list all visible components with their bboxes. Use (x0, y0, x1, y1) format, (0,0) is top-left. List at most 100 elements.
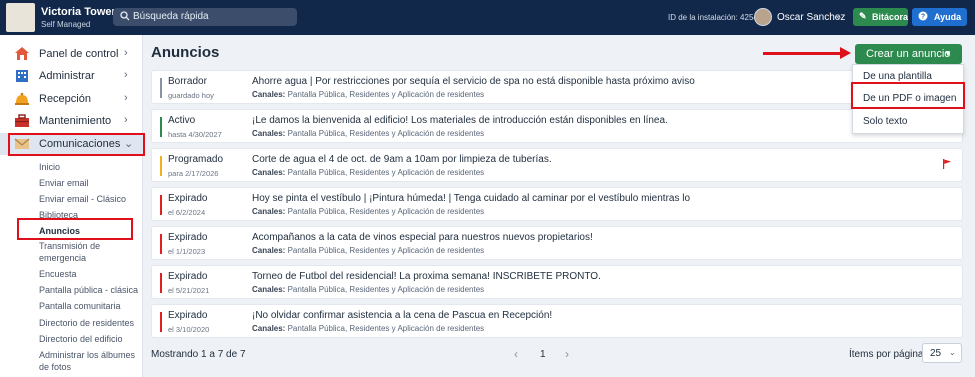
bitacora-label: Bitácora (872, 12, 909, 22)
installation-id: ID de la instalación: 4254 (668, 13, 758, 22)
status-label: Expirado (168, 232, 208, 243)
announcement-title[interactable]: Corte de agua el 4 de oct. de 9am a 10am… (252, 154, 552, 165)
channels: Canales: Pantalla Pública, Residentes y … (252, 246, 484, 255)
quick-search-input[interactable]: Búsqueda rápida (113, 8, 297, 26)
status-label: Programado (168, 154, 224, 165)
sidebar-item-label: Recepción (39, 93, 91, 105)
status-bar (160, 195, 162, 215)
channels: Canales: Pantalla Pública, Residentes y … (252, 324, 484, 333)
status-date: el 3/10/2020 (168, 325, 210, 334)
sidebar-item-mantenimiento[interactable]: Mantenimiento › (0, 110, 143, 132)
results-count: Mostrando 1 a 7 de 7 (151, 349, 246, 360)
submenu-encuesta[interactable]: Encuesta (39, 269, 77, 279)
list-item[interactable]: Activo hasta 4/30/2027 ¡Le damos la bien… (151, 109, 963, 143)
sidebar-item-recepcion[interactable]: Recepción › (0, 88, 143, 110)
sidebar-item-label: Mantenimiento (39, 115, 112, 127)
status-label: Borrador (168, 76, 207, 87)
announcement-title[interactable]: ¡No olvidar confirmar asistencia a la ce… (252, 310, 552, 321)
bell-icon (14, 91, 30, 106)
question-icon: ? (918, 11, 928, 23)
highlight-comunicaciones (8, 133, 145, 156)
status-date: el 5/21/2021 (168, 286, 210, 295)
chevron-right-icon: › (124, 92, 128, 104)
status-date: el 6/2/2024 (168, 208, 206, 217)
channels: Canales: Pantalla Pública, Residentes y … (252, 129, 484, 138)
announcement-title[interactable]: Torneo de Futbol del residencial! La pro… (252, 271, 601, 282)
building-logo[interactable] (6, 3, 35, 32)
sidebar-item-panel[interactable]: Panel de control › (0, 43, 143, 65)
building-icon (14, 68, 30, 83)
channels-label: Canales: (252, 324, 286, 333)
page-number[interactable]: 1 (540, 349, 546, 360)
chevron-down-icon[interactable]: ⌄ (835, 11, 843, 22)
channels-label: Canales: (252, 90, 286, 99)
highlight-pdf-option (851, 82, 965, 109)
sidebar-item-label: Panel de control (39, 48, 119, 60)
announcement-title[interactable]: ¡Le damos la bienvenida al edificio! Los… (252, 115, 668, 126)
submenu-transmision[interactable]: Transmisión de (39, 241, 100, 251)
status-date: hasta 4/30/2027 (168, 130, 222, 139)
submenu-pantalla-publica-clasica[interactable]: Pantalla pública - clásica (39, 285, 138, 295)
sidebar: Panel de control › Administrar › Recepci… (0, 35, 143, 377)
arrow-shaft (763, 52, 841, 55)
chevron-left-icon[interactable]: ‹ (514, 347, 518, 361)
status-label: Expirado (168, 193, 208, 204)
channels-value: Pantalla Pública, Residentes y Aplicació… (287, 285, 485, 294)
channels-value: Pantalla Pública, Residentes y Aplicació… (287, 246, 485, 255)
submenu-albumes[interactable]: Administrar los álbumes (39, 350, 135, 360)
status-bar (160, 312, 162, 332)
channels: Canales: Pantalla Pública, Residentes y … (252, 285, 484, 294)
flag-icon[interactable] (942, 159, 952, 172)
sidebar-item-label: Administrar (39, 70, 95, 82)
svg-text:?: ? (921, 14, 925, 21)
avatar[interactable] (754, 8, 772, 26)
toolbox-icon (14, 113, 30, 128)
list-item[interactable]: Expirado el 5/21/2021 Torneo de Futbol d… (151, 265, 963, 299)
submenu-pantalla-comunitaria[interactable]: Pantalla comunitaria (39, 301, 121, 311)
items-per-page-value: 25 (930, 348, 942, 359)
status-bar (160, 273, 162, 293)
submenu-enviar-email[interactable]: Enviar email (39, 178, 89, 188)
channels-value: Pantalla Pública, Residentes y Aplicació… (287, 168, 485, 177)
list-item[interactable]: Expirado el 6/2/2024 Hoy se pinta el ves… (151, 187, 963, 221)
submenu-albumes-cont[interactable]: de fotos (39, 362, 71, 372)
menu-item-text-only[interactable]: Solo texto (863, 116, 907, 127)
items-per-page-select[interactable]: 25 ⌄ (922, 343, 962, 363)
channels-value: Pantalla Pública, Residentes y Aplicació… (287, 90, 485, 99)
list-item[interactable]: Expirado el 3/10/2020 ¡No olvidar confir… (151, 304, 963, 338)
menu-item-from-template[interactable]: De una plantilla (863, 71, 932, 82)
create-announcement-button[interactable]: Crear un anuncio ▼ (855, 44, 962, 64)
channels-label: Canales: (252, 246, 286, 255)
sidebar-item-administrar[interactable]: Administrar › (0, 65, 143, 87)
submenu-directorio-edificio[interactable]: Directorio del edificio (39, 334, 123, 344)
list-item[interactable]: Expirado el 1/1/2023 Acompañanos a la ca… (151, 226, 963, 260)
status-date: el 1/1/2023 (168, 247, 206, 256)
caret-down-icon: ▼ (944, 49, 952, 58)
help-label: Ayuda (934, 12, 962, 22)
announcement-title[interactable]: Ahorre agua | Por restricciones por sequ… (252, 76, 695, 87)
channels-label: Canales: (252, 285, 286, 294)
status-bar (160, 234, 162, 254)
channels-value: Pantalla Pública, Residentes y Aplicació… (287, 324, 485, 333)
submenu-emergencia[interactable]: emergencia (39, 253, 86, 263)
channels-label: Canales: (252, 129, 286, 138)
house-icon (14, 46, 30, 61)
building-subtitle: Self Managed (41, 20, 91, 29)
status-bar (160, 156, 162, 176)
chevron-right-icon: › (124, 69, 128, 81)
status-bar (160, 78, 162, 98)
chevron-right-icon[interactable]: › (565, 347, 569, 361)
announcement-title[interactable]: Acompañanos a la cata de vinos especial … (252, 232, 593, 243)
announcement-title[interactable]: Hoy se pinta el vestíbulo | ¡Pintura húm… (252, 193, 690, 204)
channels-label: Canales: (252, 207, 286, 216)
submenu-directorio-residentes[interactable]: Directorio de residentes (39, 318, 134, 328)
items-per-page-label: Ítems por página (849, 349, 924, 360)
highlight-anuncios (17, 218, 133, 240)
submenu-enviar-email-clasico[interactable]: Enviar email - Clásico (39, 194, 126, 204)
submenu-inicio[interactable]: Inicio (39, 162, 60, 172)
list-item[interactable]: Borrador guardado hoy Ahorre agua | Por … (151, 70, 963, 104)
list-item[interactable]: Programado para 2/17/2026 Corte de agua … (151, 148, 963, 182)
status-bar (160, 117, 162, 137)
help-button[interactable]: ? Ayuda (912, 8, 967, 26)
bitacora-button[interactable]: ✎ Bitácora (853, 8, 908, 26)
